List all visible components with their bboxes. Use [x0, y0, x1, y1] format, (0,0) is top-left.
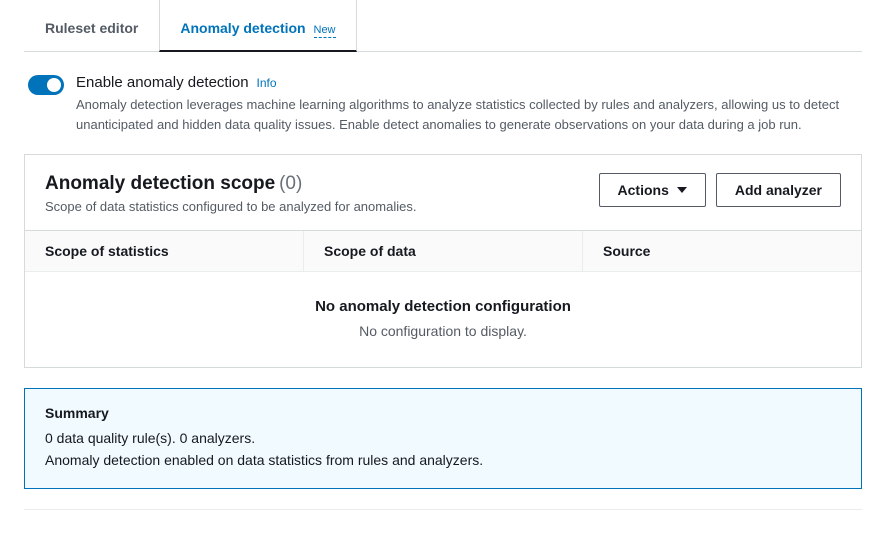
add-analyzer-button[interactable]: Add analyzer [716, 173, 841, 207]
enable-description: Anomaly detection leverages machine lear… [76, 95, 858, 134]
empty-subtitle: No configuration to display. [45, 323, 841, 339]
scope-title: Anomaly detection scope [45, 173, 275, 194]
scope-subtitle: Scope of data statistics configured to b… [45, 199, 599, 214]
scope-header: Anomaly detection scope (0) Scope of dat… [25, 155, 861, 230]
empty-title: No anomaly detection configuration [45, 298, 841, 315]
enable-section: Enable anomaly detection Info Anomaly de… [24, 52, 862, 154]
caret-down-icon [677, 187, 687, 193]
scope-panel: Anomaly detection scope (0) Scope of dat… [24, 154, 862, 368]
actions-button[interactable]: Actions [599, 173, 706, 207]
scope-table-header: Scope of statistics Scope of data Source [25, 230, 861, 272]
enable-label: Enable anomaly detection [76, 74, 249, 91]
tab-label: Anomaly detection [180, 20, 305, 36]
column-scope-of-statistics: Scope of statistics [25, 231, 304, 271]
scope-title-block: Anomaly detection scope (0) Scope of dat… [45, 173, 599, 214]
tab-bar: Ruleset editor Anomaly detection New [24, 0, 862, 52]
summary-line-2: Anomaly detection enabled on data statis… [45, 449, 841, 471]
column-source: Source [583, 231, 861, 271]
summary-line-1: 0 data quality rule(s). 0 analyzers. [45, 427, 841, 449]
add-analyzer-label: Add analyzer [735, 182, 822, 198]
scope-title-row: Anomaly detection scope (0) [45, 173, 599, 195]
scope-actions: Actions Add analyzer [599, 173, 841, 207]
new-badge: New [314, 24, 336, 38]
actions-button-label: Actions [618, 182, 669, 198]
scope-count: (0) [279, 173, 302, 194]
tab-label: Ruleset editor [45, 20, 138, 36]
tab-ruleset-editor[interactable]: Ruleset editor [24, 0, 159, 51]
info-link[interactable]: Info [257, 76, 277, 90]
summary-box: Summary 0 data quality rule(s). 0 analyz… [24, 388, 862, 489]
enable-text-block: Enable anomaly detection Info Anomaly de… [76, 74, 858, 134]
enable-toggle[interactable] [28, 75, 64, 95]
summary-title: Summary [45, 405, 841, 421]
empty-state: No anomaly detection configuration No co… [25, 272, 861, 367]
divider [24, 509, 862, 510]
column-scope-of-data: Scope of data [304, 231, 583, 271]
tab-anomaly-detection[interactable]: Anomaly detection New [159, 0, 356, 52]
